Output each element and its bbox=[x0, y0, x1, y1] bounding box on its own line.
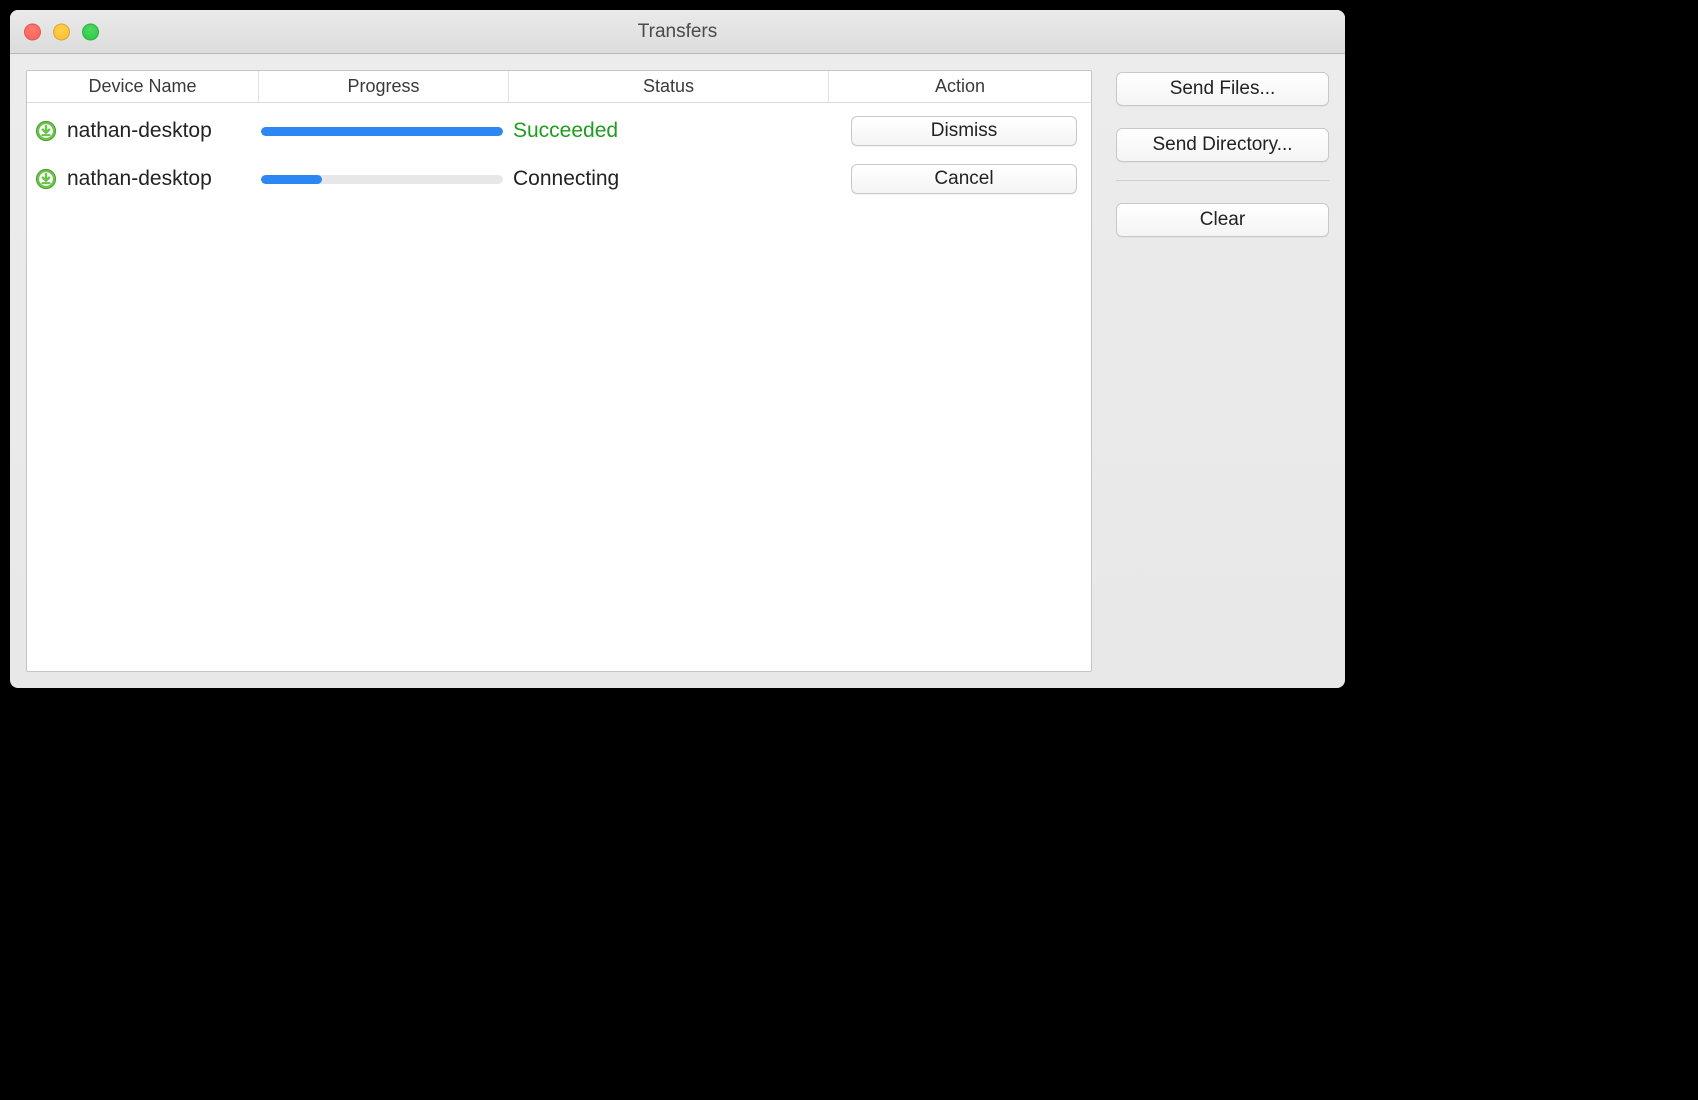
table-row[interactable]: nathan-desktop Connecting Cancel bbox=[27, 155, 1091, 203]
send-directory-button[interactable]: Send Directory... bbox=[1116, 128, 1329, 162]
progress-fill bbox=[261, 175, 322, 184]
column-header-action[interactable]: Action bbox=[829, 71, 1091, 102]
window-title: Transfers bbox=[10, 21, 1345, 43]
traffic-lights bbox=[24, 23, 99, 40]
window-close-button[interactable] bbox=[24, 23, 41, 40]
table-body: nathan-desktop Succeeded Dismiss bbox=[27, 103, 1091, 671]
column-header-device[interactable]: Device Name bbox=[27, 71, 259, 102]
titlebar[interactable]: Transfers bbox=[10, 10, 1345, 54]
transfers-window: Transfers Device Name Progress Status Ac… bbox=[10, 10, 1345, 688]
progress-bar bbox=[261, 175, 503, 184]
download-icon bbox=[35, 168, 57, 190]
table-row[interactable]: nathan-desktop Succeeded Dismiss bbox=[27, 107, 1091, 155]
sidebar-divider bbox=[1116, 180, 1329, 181]
status-text: Succeeded bbox=[509, 119, 829, 143]
device-name: nathan-desktop bbox=[67, 119, 212, 143]
transfers-table: Device Name Progress Status Action natha… bbox=[26, 70, 1092, 672]
status-text: Connecting bbox=[509, 167, 829, 191]
clear-button[interactable]: Clear bbox=[1116, 203, 1329, 237]
device-name: nathan-desktop bbox=[67, 167, 212, 191]
progress-fill bbox=[261, 127, 503, 136]
dismiss-button[interactable]: Dismiss bbox=[851, 116, 1077, 146]
window-zoom-button[interactable] bbox=[82, 23, 99, 40]
sidebar: Send Files... Send Directory... Clear bbox=[1116, 70, 1329, 672]
progress-bar bbox=[261, 127, 503, 136]
cancel-button[interactable]: Cancel bbox=[851, 164, 1077, 194]
column-header-progress[interactable]: Progress bbox=[259, 71, 509, 102]
send-files-button[interactable]: Send Files... bbox=[1116, 72, 1329, 106]
window-body: Device Name Progress Status Action natha… bbox=[10, 54, 1345, 688]
table-header: Device Name Progress Status Action bbox=[27, 71, 1091, 103]
download-icon bbox=[35, 120, 57, 142]
column-header-status[interactable]: Status bbox=[509, 71, 829, 102]
window-minimize-button[interactable] bbox=[53, 23, 70, 40]
